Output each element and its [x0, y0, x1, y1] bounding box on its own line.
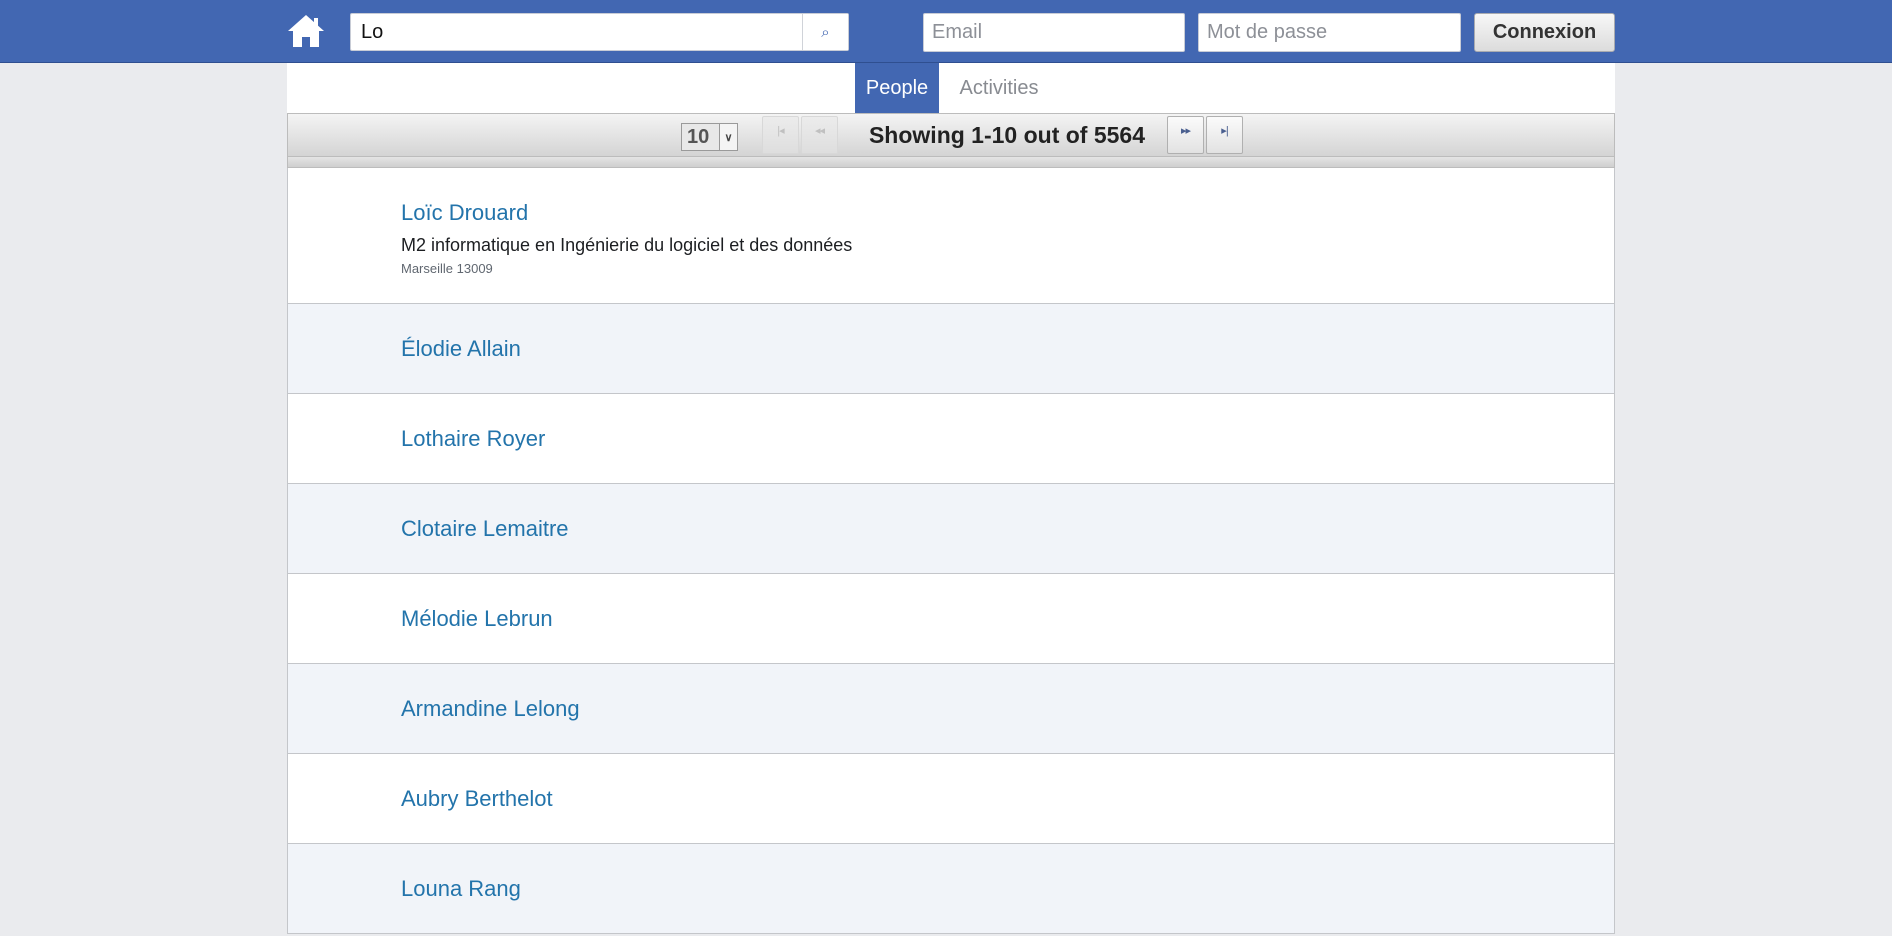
person-name-link[interactable]: Élodie Allain — [401, 336, 521, 362]
list-item: Aubry Berthelot — [288, 754, 1614, 844]
person-location: Marseille 13009 — [401, 261, 493, 276]
pagination-bar: 10 ∨ |◂ ◂◂ Showing 1-10 out of 5564 ▸▸ ▸… — [287, 113, 1615, 157]
first-page-icon: |◂ — [777, 125, 784, 137]
person-name-link[interactable]: Aubry Berthelot — [401, 786, 553, 812]
first-page-button[interactable]: |◂ — [762, 116, 799, 154]
search-input[interactable] — [351, 14, 803, 50]
person-name-link[interactable]: Lothaire Royer — [401, 426, 545, 452]
last-page-icon: ▸| — [1221, 125, 1228, 137]
chevron-down-icon: ∨ — [719, 124, 737, 150]
tab-people[interactable]: People — [855, 63, 939, 113]
person-description: M2 informatique en Ingénierie du logicie… — [401, 235, 853, 255]
person-name-link[interactable]: Mélodie Lebrun — [401, 606, 553, 632]
page-size-select[interactable]: 10 ∨ — [681, 123, 738, 151]
search-box: ⌕ — [350, 13, 849, 51]
search-button[interactable]: ⌕ — [802, 14, 848, 50]
tab-activities[interactable]: Activities — [939, 63, 1059, 113]
email-field[interactable] — [923, 13, 1185, 52]
home-icon[interactable] — [286, 13, 326, 49]
page-size-value: 10 — [687, 126, 710, 148]
previous-page-button[interactable]: ◂◂ — [801, 116, 838, 154]
previous-page-icon: ◂◂ — [814, 125, 825, 137]
connect-button[interactable]: Connexion — [1474, 13, 1615, 52]
next-page-button[interactable]: ▸▸ — [1167, 116, 1204, 154]
tab-bar: People Activities — [287, 63, 1615, 113]
person-name-link[interactable]: Louna Rang — [401, 876, 521, 902]
list-item: Loïc Drouard M2 informatique en Ingénier… — [288, 168, 1614, 304]
pagination-bar-footer — [287, 157, 1615, 168]
list-item: Armandine Lelong — [288, 664, 1614, 754]
next-page-icon: ▸▸ — [1180, 125, 1191, 137]
last-page-button[interactable]: ▸| — [1206, 116, 1243, 154]
list-item: Élodie Allain — [288, 304, 1614, 394]
person-name-link[interactable]: Clotaire Lemaitre — [401, 516, 569, 542]
people-list: Loïc Drouard M2 informatique en Ingénier… — [287, 168, 1615, 934]
search-icon: ⌕ — [821, 23, 830, 41]
list-item: Clotaire Lemaitre — [288, 484, 1614, 574]
password-field[interactable] — [1198, 13, 1461, 52]
list-item: Mélodie Lebrun — [288, 574, 1614, 664]
showing-count: Showing 1-10 out of 5564 — [868, 122, 1146, 148]
list-item: Louna Rang — [288, 844, 1614, 934]
person-name-link[interactable]: Armandine Lelong — [401, 696, 580, 722]
person-name-link[interactable]: Loïc Drouard — [401, 200, 528, 226]
list-item: Lothaire Royer — [288, 394, 1614, 484]
top-bar: ⌕ Connexion — [0, 0, 1892, 63]
